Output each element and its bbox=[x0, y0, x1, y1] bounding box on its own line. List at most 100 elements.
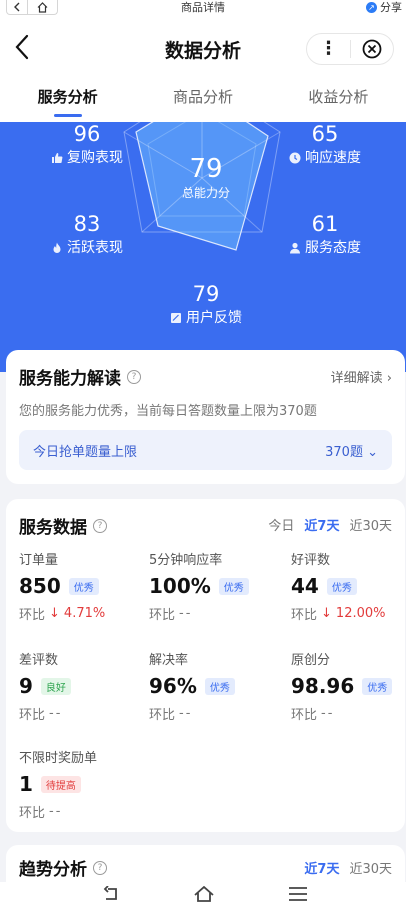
trend-range-selector: 近7天 近30天 bbox=[304, 858, 392, 877]
tab-product-analysis[interactable]: 商品分析 bbox=[135, 78, 270, 122]
quota-dropdown[interactable]: 今日抢单题量上限 370题 ⌄ bbox=[19, 430, 392, 470]
ability-radar-panel: 79 总能力分 96 复购表现 65 响应速度 83 活跃表现 61 服务态度 … bbox=[0, 122, 406, 372]
metric-label: 响应速度 bbox=[305, 150, 361, 166]
stat-value: 100% bbox=[149, 574, 211, 598]
change-label: 环比 bbox=[149, 608, 176, 623]
metric-attitude[interactable]: 61 服务态度 bbox=[282, 212, 368, 257]
change-label: 环比 bbox=[291, 708, 318, 723]
change-value: 12.00% bbox=[335, 606, 386, 621]
help-icon[interactable]: ? bbox=[93, 860, 107, 875]
stat-original-score[interactable]: 原创分 98.96 优秀 环比 -- bbox=[291, 649, 406, 723]
change-value: -- bbox=[49, 706, 63, 721]
stat-good-reviews[interactable]: 好评数 44 优秀 环比 ↓ 12.00% bbox=[291, 549, 406, 623]
miniapp-capsule: ⋮ bbox=[306, 33, 394, 65]
change-label: 环比 bbox=[149, 708, 176, 723]
ability-description: 您的服务能力优秀，当前每日答题数量上限为370题 bbox=[19, 404, 317, 419]
arrow-down-icon: ↓ bbox=[321, 606, 332, 621]
range-30days[interactable]: 近30天 bbox=[349, 515, 392, 534]
card-title: 服务数据 bbox=[19, 518, 87, 538]
tab-label: 商品分析 bbox=[172, 88, 233, 106]
trend-range-7days[interactable]: 近7天 bbox=[304, 858, 339, 877]
status-badge: 优秀 bbox=[204, 677, 235, 695]
change-value: -- bbox=[49, 804, 63, 819]
tab-label: 服务分析 bbox=[37, 88, 98, 106]
metric-label: 用户反馈 bbox=[186, 310, 242, 326]
service-ability-card: 服务能力解读 ? 详细解读 › 您的服务能力优秀，当前每日答题数量上限为370题… bbox=[6, 350, 405, 484]
card-title: 服务能力解读 bbox=[19, 369, 121, 389]
close-button[interactable] bbox=[351, 39, 393, 59]
change-label: 环比 bbox=[19, 608, 46, 623]
tab-indicator bbox=[53, 114, 82, 117]
bottom-navigation bbox=[0, 882, 406, 905]
help-icon[interactable]: ? bbox=[93, 518, 107, 533]
metric-value: 79 bbox=[192, 282, 220, 306]
service-data-card: 服务数据 ? 今日 近7天 近30天 订单量 850 优秀 环比 ↓ 4.71% 5分… bbox=[6, 499, 405, 832]
stat-value: 850 bbox=[19, 574, 61, 598]
note-icon bbox=[171, 313, 181, 323]
browser-bar: 商品详情 ↗ 分享 bbox=[0, 0, 406, 16]
change-label: 环比 bbox=[291, 608, 318, 623]
person-icon bbox=[290, 242, 300, 254]
flame-icon bbox=[53, 242, 61, 253]
nav-back-button[interactable] bbox=[100, 886, 124, 904]
stat-value: 98.96 bbox=[291, 674, 355, 698]
clock-icon bbox=[289, 152, 301, 164]
metric-feedback[interactable]: 79 用户反馈 bbox=[158, 282, 254, 327]
stat-title: 差评数 bbox=[19, 653, 59, 668]
stat-title: 5分钟响应率 bbox=[149, 553, 223, 568]
change-label: 环比 bbox=[19, 708, 46, 723]
stat-bad-reviews[interactable]: 差评数 9 良好 环比 -- bbox=[19, 649, 149, 723]
return-icon bbox=[103, 886, 117, 900]
menu-icon bbox=[289, 887, 307, 901]
help-icon[interactable]: ? bbox=[127, 369, 141, 384]
change-value: -- bbox=[321, 706, 335, 721]
quota-value: 370题 bbox=[325, 445, 363, 460]
nav-home-button[interactable] bbox=[192, 886, 216, 904]
stat-resolve-rate[interactable]: 解决率 96% 优秀 环比 -- bbox=[149, 649, 279, 723]
stat-order-count[interactable]: 订单量 850 优秀 环比 ↓ 4.71% bbox=[19, 549, 149, 623]
metric-value: 96 bbox=[73, 122, 101, 146]
nav-menu-button[interactable] bbox=[286, 886, 310, 904]
tab-label: 收益分析 bbox=[308, 88, 369, 106]
share-button[interactable]: ↗ 分享 bbox=[366, 0, 402, 15]
stat-value: 9 bbox=[19, 674, 33, 698]
change-value: -- bbox=[179, 706, 193, 721]
change-value: -- bbox=[179, 606, 193, 621]
change-label: 环比 bbox=[19, 806, 46, 821]
metric-response[interactable]: 65 响应速度 bbox=[282, 122, 368, 167]
metric-repurchase[interactable]: 96 复购表现 bbox=[44, 122, 130, 167]
stat-value: 44 bbox=[291, 574, 319, 598]
close-circle-icon bbox=[362, 39, 382, 59]
metric-activity[interactable]: 83 活跃表现 bbox=[44, 212, 130, 257]
stat-response-rate[interactable]: 5分钟响应率 100% 优秀 环比 -- bbox=[149, 549, 279, 623]
more-button[interactable]: ⋮ bbox=[307, 34, 350, 64]
total-score-label: 总能力分 bbox=[181, 186, 230, 200]
stat-unlimited-reward[interactable]: 不限时奖励单 1 待提高 环比 -- bbox=[19, 747, 179, 821]
status-badge: 待提高 bbox=[40, 775, 81, 793]
range-today[interactable]: 今日 bbox=[268, 515, 294, 534]
detail-link[interactable]: 详细解读 › bbox=[331, 367, 392, 386]
detail-link-label: 详细解读 bbox=[330, 371, 383, 386]
range-selector: 今日 近7天 近30天 bbox=[268, 515, 392, 534]
tab-service-analysis[interactable]: 服务分析 bbox=[0, 78, 135, 122]
home-icon bbox=[194, 886, 214, 902]
share-icon: ↗ bbox=[366, 2, 377, 13]
stat-title: 原创分 bbox=[291, 653, 331, 668]
metric-label: 活跃表现 bbox=[67, 240, 123, 256]
page-header: 数据分析 ⋮ bbox=[0, 16, 406, 78]
tab-income-analysis[interactable]: 收益分析 bbox=[271, 78, 406, 122]
change-value: 4.71% bbox=[63, 606, 106, 621]
card-title: 趋势分析 bbox=[19, 860, 87, 880]
stat-title: 好评数 bbox=[291, 553, 331, 568]
status-badge: 优秀 bbox=[362, 677, 393, 695]
metric-label: 服务态度 bbox=[305, 240, 361, 256]
share-label: 分享 bbox=[380, 1, 402, 14]
total-score: 79 总能力分 bbox=[168, 154, 244, 202]
metric-label: 复购表现 bbox=[67, 150, 123, 166]
thumb-icon bbox=[52, 153, 63, 163]
range-7days[interactable]: 近7天 bbox=[304, 515, 339, 534]
metric-value: 61 bbox=[311, 212, 339, 236]
stat-title: 解决率 bbox=[149, 653, 189, 668]
trend-range-30days[interactable]: 近30天 bbox=[349, 858, 392, 877]
tab-bar: 服务分析 商品分析 收益分析 bbox=[0, 78, 406, 122]
